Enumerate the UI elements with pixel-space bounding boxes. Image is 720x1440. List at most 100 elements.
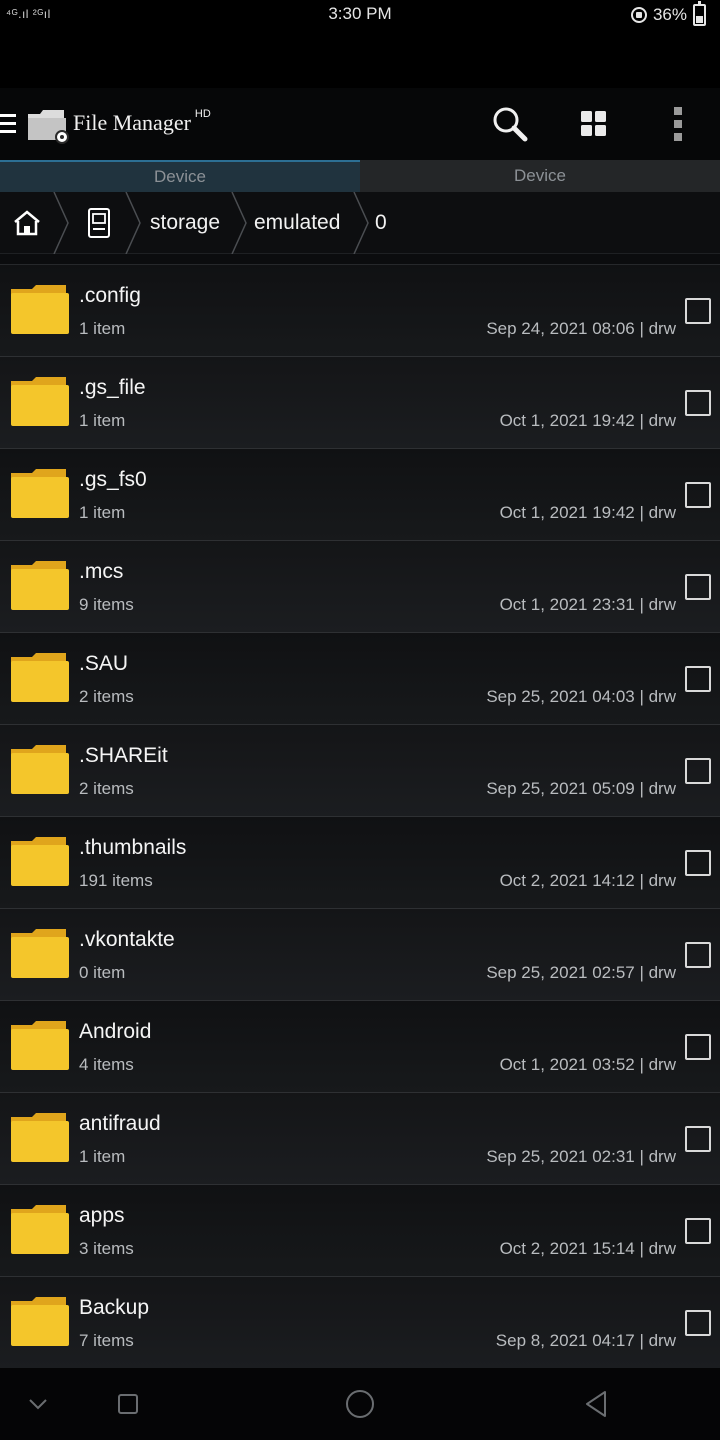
folder-icon (11, 929, 69, 978)
file-list: .config 1 item Sep 24, 2021 08:06 | drw … (0, 264, 720, 1368)
checkbox-icon[interactable] (685, 1126, 711, 1152)
checkbox-icon[interactable] (685, 298, 711, 324)
system-nav-bar (0, 1368, 720, 1440)
checkbox-icon[interactable] (685, 574, 711, 600)
folder-icon (11, 745, 69, 794)
checkbox-icon[interactable] (685, 482, 711, 508)
breadcrumb-current[interactable]: 0 (375, 192, 387, 254)
file-count: 0 item (79, 963, 126, 982)
folder-icon (11, 1205, 69, 1254)
file-count: 2 items (79, 779, 134, 798)
battery-percent: 36% (652, 5, 687, 24)
list-item[interactable]: .thumbnails 191 items Oct 2, 2021 14:12 … (0, 817, 720, 909)
location-tabs: Device Device (0, 160, 720, 192)
file-name: .mcs (79, 560, 124, 583)
file-name: .gs_fs0 (79, 468, 147, 491)
file-meta: Oct 2, 2021 14:12 | drw (499, 871, 676, 890)
list-item[interactable]: antifraud 1 item Sep 25, 2021 02:31 | dr… (0, 1093, 720, 1185)
file-count: 2 items (79, 687, 134, 706)
search-icon (493, 107, 528, 142)
list-item[interactable]: .gs_file 1 item Oct 1, 2021 19:42 | drw (0, 357, 720, 449)
breadcrumb-separator (52, 192, 70, 254)
nav-home-button[interactable] (342, 1386, 378, 1422)
list-item[interactable]: .SAU 2 items Sep 25, 2021 04:03 | drw (0, 633, 720, 725)
file-name: apps (79, 1204, 125, 1227)
list-item[interactable]: apps 3 items Oct 2, 2021 15:14 | drw (0, 1185, 720, 1277)
status-right: 36% (630, 1, 706, 26)
folder-icon (11, 377, 69, 426)
more-vertical-icon (674, 107, 682, 141)
app-title: File Manager HD (73, 108, 211, 136)
grid-view-button[interactable] (574, 104, 614, 144)
folder-icon (11, 1297, 69, 1346)
app-title-text: File Manager (73, 110, 191, 135)
checkbox-icon[interactable] (685, 1310, 711, 1336)
file-meta: Sep 24, 2021 08:06 | drw (486, 319, 676, 338)
file-count: 7 items (79, 1331, 134, 1350)
file-meta: Oct 1, 2021 19:42 | drw (499, 503, 676, 522)
file-meta: Oct 1, 2021 03:52 | drw (499, 1055, 676, 1074)
file-count: 9 items (79, 595, 134, 614)
nav-back-button[interactable] (578, 1386, 614, 1422)
folder-icon (11, 1113, 69, 1162)
file-name: .SAU (79, 652, 129, 675)
home-circle-icon (346, 1390, 374, 1418)
breadcrumb-separator (124, 192, 142, 254)
clock: 3:30 PM (328, 4, 392, 23)
checkbox-icon[interactable] (685, 850, 711, 876)
file-meta: Sep 25, 2021 02:57 | drw (486, 963, 676, 982)
file-count: 4 items (79, 1055, 134, 1074)
breadcrumb-emulated[interactable]: emulated (254, 192, 340, 254)
folder-icon (11, 653, 69, 702)
device-storage-icon (88, 208, 110, 238)
app-title-suffix: HD (194, 108, 211, 120)
folder-icon (11, 1021, 69, 1070)
tab-device-active[interactable]: Device (0, 160, 360, 192)
breadcrumb-storage[interactable]: storage (150, 192, 220, 254)
list-item[interactable]: .gs_fs0 1 item Oct 1, 2021 19:42 | drw (0, 449, 720, 541)
checkbox-icon[interactable] (685, 758, 711, 784)
file-meta: Sep 8, 2021 04:17 | drw (495, 1331, 676, 1350)
nav-recents-button[interactable] (110, 1386, 146, 1422)
menu-icon[interactable] (0, 114, 16, 134)
folder-icon (11, 837, 69, 886)
breadcrumb-device[interactable] (86, 192, 112, 254)
folder-gear-icon (26, 106, 72, 144)
file-count: 191 items (79, 871, 153, 890)
search-button[interactable] (490, 104, 530, 144)
file-count: 1 item (79, 411, 126, 430)
checkbox-icon[interactable] (685, 942, 711, 968)
breadcrumb-separator (230, 192, 248, 254)
file-meta: Sep 25, 2021 02:31 | drw (486, 1147, 676, 1166)
checkbox-icon[interactable] (685, 666, 711, 692)
status-bar: ⁴ᴳ.ıl ²ᴳıl 3:30 PM 36% (0, 0, 720, 30)
file-meta: Sep 25, 2021 04:03 | drw (486, 687, 676, 706)
file-name: .vkontakte (79, 928, 175, 951)
folder-icon (11, 561, 69, 610)
file-name: antifraud (79, 1112, 161, 1135)
breadcrumb: storage emulated 0 (0, 192, 720, 254)
more-options-button[interactable] (658, 104, 698, 144)
list-item[interactable]: .SHAREit 2 items Sep 25, 2021 05:09 | dr… (0, 725, 720, 817)
file-meta: Oct 1, 2021 19:42 | drw (499, 411, 676, 430)
tab-device-second[interactable]: Device (360, 160, 720, 192)
checkbox-icon[interactable] (685, 390, 711, 416)
breadcrumb-home[interactable] (12, 192, 42, 254)
grid-view-icon (581, 111, 606, 136)
file-name: .SHAREit (79, 744, 168, 767)
checkbox-icon[interactable] (685, 1218, 711, 1244)
file-count: 1 item (79, 503, 126, 522)
back-triangle-icon (586, 1391, 606, 1417)
list-item[interactable]: .config 1 item Sep 24, 2021 08:06 | drw (0, 265, 720, 357)
home-icon (14, 210, 40, 236)
list-item[interactable]: Android 4 items Oct 1, 2021 03:52 | drw (0, 1001, 720, 1093)
chevron-down-icon (29, 1399, 47, 1410)
list-item[interactable]: .mcs 9 items Oct 1, 2021 23:31 | drw (0, 541, 720, 633)
checkbox-icon[interactable] (685, 1034, 711, 1060)
list-item[interactable]: .vkontakte 0 item Sep 25, 2021 02:57 | d… (0, 909, 720, 1001)
file-name: .config (79, 284, 141, 307)
nav-hide-button[interactable] (20, 1386, 56, 1422)
recents-square-icon (118, 1394, 138, 1414)
file-name: .gs_file (79, 376, 146, 399)
list-item[interactable]: Backup 7 items Sep 8, 2021 04:17 | drw (0, 1277, 720, 1368)
